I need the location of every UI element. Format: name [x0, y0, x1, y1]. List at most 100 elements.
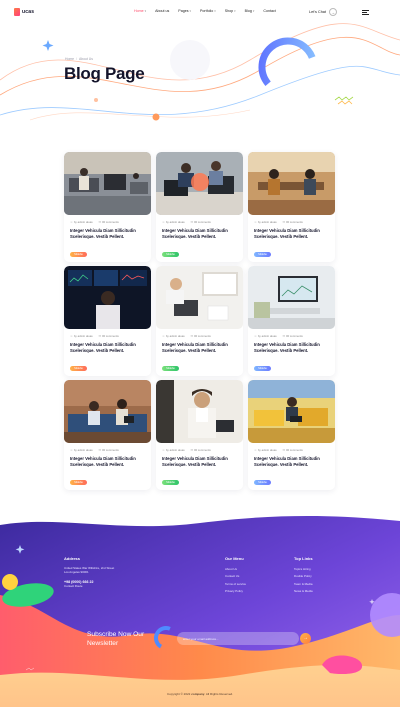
blog-card-image[interactable] [64, 380, 151, 443]
blog-card-author[interactable]: ☺ by admin aluas [162, 220, 185, 224]
comment-icon: ✉ [282, 220, 286, 224]
blog-card-comments[interactable]: ✉ 00 comments [99, 448, 119, 452]
blog-card-image[interactable] [248, 266, 335, 329]
user-icon: ☺ [254, 220, 257, 224]
blog-card[interactable]: ☺ by admin aluas ✉ 00 comments Integer Vehic… [64, 380, 151, 490]
blog-card[interactable]: ☺ by admin aluas ✉ 00 comments Integer Vehic… [156, 380, 243, 490]
blog-card-comments[interactable]: ✉ 00 comments [99, 334, 119, 338]
blog-card-image[interactable] [248, 152, 335, 215]
blog-card-title[interactable]: Integer Vehicula Diam Sillicitudin Scele… [64, 224, 151, 239]
footer-menu-heading: Our Menu [225, 556, 244, 561]
footer-link-hiring[interactable]: Topics Hiring [294, 566, 344, 573]
newsletter-submit-button[interactable]: → [300, 633, 311, 644]
blog-card-author[interactable]: ☺ by admin aluas [70, 448, 93, 452]
comment-icon: ✉ [190, 448, 194, 452]
blog-card-meta: ☺ by admin aluas ✉ 00 comments [156, 215, 243, 224]
footer-contact-route[interactable]: Contact Route [64, 584, 134, 588]
footer-link-double[interactable]: Double Policy [294, 573, 344, 580]
blog-card-title[interactable]: Integer Vehicula Diam Sillicitudin Scele… [248, 224, 335, 239]
footer-link-news[interactable]: News & Media [294, 588, 344, 595]
blog-card-author[interactable]: ☺ by admin aluas [162, 448, 185, 452]
blog-card[interactable]: ☺ by admin aluas ✉ 00 comments Integer Vehic… [64, 266, 151, 376]
chevron-down-icon: ▾ [234, 9, 236, 13]
blog-card-comments[interactable]: ✉ 00 comments [283, 220, 303, 224]
chevron-down-icon: ▾ [144, 9, 147, 13]
footer-address-line2: Los Angeles 90001 [64, 570, 89, 575]
arrow-right-icon: → [328, 8, 337, 16]
nav-item-portfolio[interactable]: Portfolio ▾ [200, 9, 216, 13]
copyright-brand[interactable]: company [191, 692, 204, 696]
blog-card-title[interactable]: Integer Vehicula Diam Sillicitudin Scele… [64, 452, 151, 467]
blog-card-title[interactable]: Integer Vehicula Diam Sillicitudin Scele… [248, 452, 335, 467]
blog-card[interactable]: ☺ by admin aluas ✉ 00 comments Integer Vehic… [248, 152, 335, 262]
blog-card-title[interactable]: Integer Vehicula Diam Sillicitudin Scele… [156, 224, 243, 239]
nav-item-pages[interactable]: Pages ▾ [178, 9, 191, 13]
brand-logo[interactable]: ucas [14, 8, 34, 16]
comment-icon: ✉ [282, 448, 286, 452]
blog-card-comments[interactable]: ✉ 00 comments [283, 334, 303, 338]
nav-item-shop[interactable]: Shop ▾ [225, 9, 236, 13]
blog-card-comments[interactable]: ✉ 00 comments [191, 334, 211, 338]
blog-card-author[interactable]: ☺ by admin aluas [162, 334, 185, 338]
blog-card-tag[interactable]: Sildebe [254, 480, 271, 485]
blog-card-tag[interactable]: Sildebe [162, 366, 179, 371]
blog-card-tag[interactable]: Sildebe [254, 366, 271, 371]
blog-card-comments[interactable]: ✉ 00 comments [191, 220, 211, 224]
footer-link-team[interactable]: Team & Media [294, 581, 344, 588]
blog-card[interactable]: ☺ by admin aluas ✉ 00 comments Integer Vehic… [248, 380, 335, 490]
blog-card-image[interactable] [64, 152, 151, 215]
blog-card-author[interactable]: ☺ by admin aluas [254, 448, 277, 452]
blog-card-tag[interactable]: Sildebe [254, 252, 271, 257]
nav-item-contact[interactable]: Contact [263, 9, 275, 13]
newsletter-email-input[interactable] [177, 632, 299, 645]
chevron-down-icon: ▾ [252, 9, 255, 13]
nav-item-home[interactable]: Home ▾ [134, 9, 146, 13]
user-icon: ☺ [162, 448, 165, 452]
blog-card-author[interactable]: ☺ by admin aluas [70, 220, 93, 224]
blog-card-title[interactable]: Integer Vehicula Diam Sillicitudin Scele… [156, 338, 243, 353]
blog-card-image[interactable] [64, 266, 151, 329]
comment-icon: ✉ [98, 448, 102, 452]
blog-card-comments[interactable]: ✉ 00 comments [283, 448, 303, 452]
lets-chat-button[interactable]: Let's Chat → [309, 8, 337, 16]
blog-card-image[interactable] [156, 380, 243, 443]
blog-card[interactable]: ☺ by admin aluas ✉ 00 comments Integer Vehic… [156, 152, 243, 262]
blog-card-author[interactable]: ☺ by admin aluas [254, 220, 277, 224]
footer-background [0, 516, 400, 707]
user-icon: ☺ [162, 334, 165, 338]
blog-card-image[interactable] [156, 266, 243, 329]
brand-name: ucas [22, 9, 35, 15]
breadcrumb-home[interactable]: Home [65, 57, 74, 61]
blog-card-image[interactable] [156, 152, 243, 215]
blog-card-author[interactable]: ☺ by admin aluas [70, 334, 93, 338]
blog-card-tag[interactable]: Sildebe [162, 480, 179, 485]
blog-card[interactable]: ☺ by admin aluas ✉ 00 comments Integer Vehic… [248, 266, 335, 376]
footer-link-privacy[interactable]: Privacy Policy [225, 588, 275, 595]
blog-card-title[interactable]: Integer Vehicula Diam Sillicitudin Scele… [64, 338, 151, 353]
blog-card-title[interactable]: Integer Vehicula Diam Sillicitudin Scele… [248, 338, 335, 353]
hamburger-menu-icon[interactable] [362, 10, 369, 17]
blog-card[interactable]: ☺ by admin aluas ✉ 00 comments Integer Vehic… [64, 152, 151, 262]
user-icon: ☺ [254, 334, 257, 338]
blog-card-comments[interactable]: ✉ 00 comments [99, 220, 119, 224]
comment-icon: ✉ [98, 220, 102, 224]
footer-link-terms[interactable]: Terms of service [225, 581, 275, 588]
footer-link-about[interactable]: About Us [225, 566, 275, 573]
user-icon: ☺ [254, 448, 257, 452]
footer-link-contact[interactable]: Contact Us [225, 573, 275, 580]
comment-icon: ✉ [190, 334, 194, 338]
nav-item-about[interactable]: About us [155, 9, 169, 13]
footer-menu: Our Menu About Us Contact Us Terms of se… [225, 556, 275, 596]
user-icon: ☺ [70, 334, 73, 338]
breadcrumb-current: About Us [79, 57, 93, 61]
blog-card-comments[interactable]: ✉ 00 comments [191, 448, 211, 452]
blog-card-tag[interactable]: Sildebe [70, 480, 87, 485]
blog-card-tag[interactable]: Sildebe [70, 252, 87, 257]
blog-card-author[interactable]: ☺ by admin aluas [254, 334, 277, 338]
blog-card[interactable]: ☺ by admin aluas ✉ 00 comments Integer Vehic… [156, 266, 243, 376]
blog-card-title[interactable]: Integer Vehicula Diam Sillicitudin Scele… [156, 452, 243, 467]
blog-card-tag[interactable]: Sildebe [70, 366, 87, 371]
nav-item-blog[interactable]: Blog ▾ [245, 9, 255, 13]
blog-card-image[interactable] [248, 380, 335, 443]
blog-card-tag[interactable]: Sildebe [162, 252, 179, 257]
